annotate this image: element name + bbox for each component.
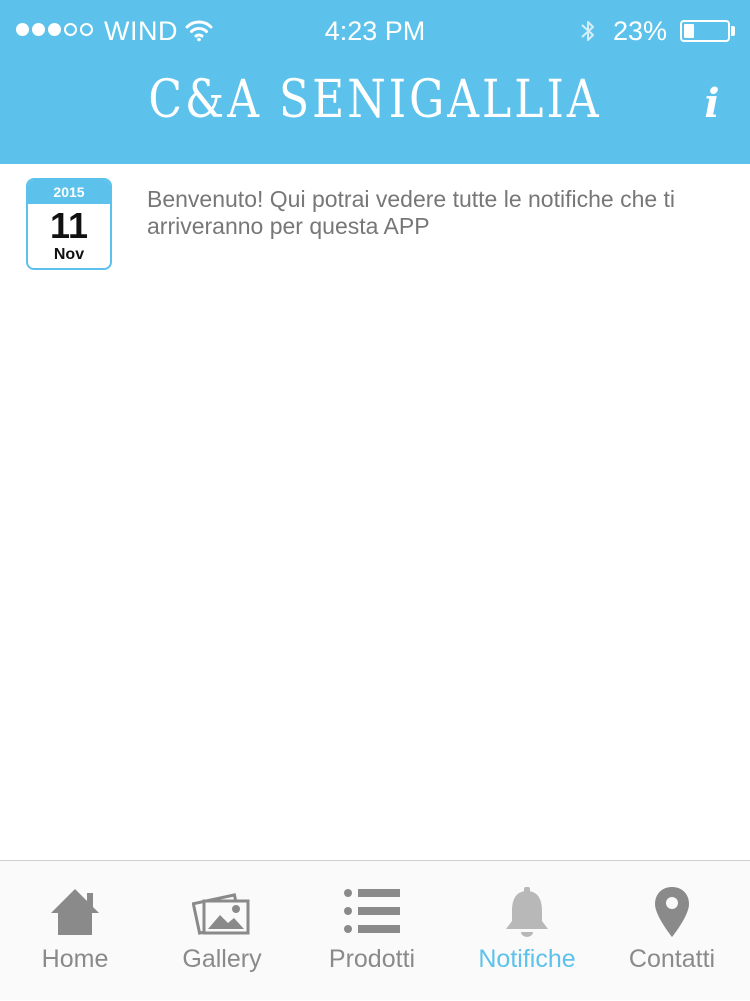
app-header: WIND 4:23 PM 23% C&A SENIGALLIA i xyxy=(0,0,750,164)
bell-icon xyxy=(452,885,602,941)
date-year: 2015 xyxy=(28,180,110,204)
battery-icon xyxy=(680,20,730,42)
tab-contatti[interactable]: Contatti xyxy=(597,861,747,1001)
notification-message: Benvenuto! Qui potrai vedere tutte le no… xyxy=(147,186,676,239)
battery-percentage: 23% xyxy=(613,16,668,46)
home-icon xyxy=(0,885,150,941)
tab-label: Prodotti xyxy=(328,945,416,973)
gallery-icon xyxy=(147,885,297,941)
bluetooth-icon xyxy=(578,17,598,50)
list-icon xyxy=(297,885,447,941)
tab-gallery[interactable]: Gallery xyxy=(147,861,297,1001)
location-pin-icon xyxy=(597,885,747,941)
date-badge: 2015 11 Nov xyxy=(26,178,112,270)
tab-label: Notifiche xyxy=(478,945,576,973)
tab-label: Contatti xyxy=(628,945,716,973)
tab-bar: Home Gallery Prodotti Notifiche Contatti xyxy=(0,860,750,1000)
tab-notifiche[interactable]: Notifiche xyxy=(452,861,602,1001)
tab-prodotti[interactable]: Prodotti xyxy=(297,861,447,1001)
tab-label: Gallery xyxy=(182,945,262,973)
tab-home[interactable]: Home xyxy=(0,861,150,1001)
date-month: Nov xyxy=(53,246,85,263)
info-button[interactable]: i xyxy=(690,80,734,128)
date-day: 11 xyxy=(49,205,89,246)
tab-label: Home xyxy=(41,945,109,973)
app-title: C&A SENIGALLIA xyxy=(148,68,602,131)
notification-item[interactable]: 2015 11 Nov Benvenuto! Qui potrai vedere tu… xyxy=(0,164,750,284)
status-bar: WIND 4:23 PM 23% xyxy=(0,0,750,62)
